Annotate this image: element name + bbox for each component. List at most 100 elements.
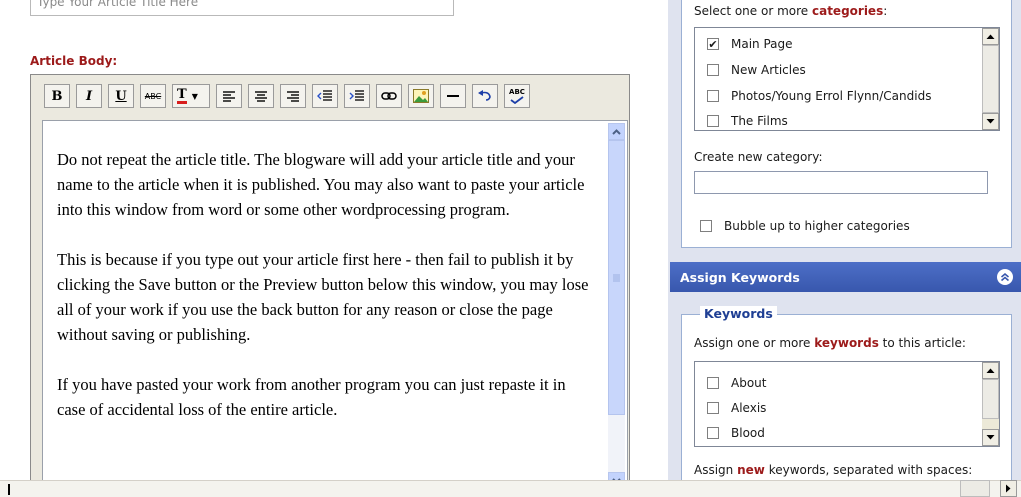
arrow-right-icon xyxy=(1006,484,1011,493)
instruction-suffix: : xyxy=(883,4,888,18)
keyword-label: Blood xyxy=(731,426,765,440)
rich-text-editor: B I U ABC T ▼ ABC Do not repeat the arti… xyxy=(30,74,630,494)
arrow-up-icon xyxy=(986,34,995,39)
scroll-right-button[interactable] xyxy=(1000,480,1017,497)
horizontal-rule-button[interactable] xyxy=(440,84,466,108)
insert-image-button[interactable] xyxy=(408,84,434,108)
collapse-icon[interactable] xyxy=(997,269,1013,285)
category-label: New Articles xyxy=(731,63,806,77)
undo-icon xyxy=(478,90,491,101)
image-icon xyxy=(413,89,429,103)
editor-paragraph: This is because if you type out your art… xyxy=(57,250,589,344)
category-checkbox[interactable] xyxy=(707,115,719,127)
categories-scrollbar[interactable] xyxy=(982,28,999,130)
category-item[interactable]: New Articles xyxy=(707,59,806,81)
indent-button[interactable] xyxy=(344,84,370,108)
category-checkbox[interactable] xyxy=(707,64,719,76)
align-center-icon xyxy=(255,91,267,102)
italic-button[interactable]: I xyxy=(76,84,102,108)
page-horizontal-scrollbar[interactable] xyxy=(0,480,1021,497)
insert-link-button[interactable] xyxy=(376,84,402,108)
assign-keywords-header[interactable]: Assign Keywords xyxy=(670,262,1021,292)
undo-button[interactable] xyxy=(472,84,498,108)
keyword-checkbox[interactable] xyxy=(707,427,719,439)
keyword-checkbox[interactable] xyxy=(707,377,719,389)
scroll-down-button[interactable] xyxy=(982,113,999,130)
categories-listbox[interactable]: ✔ Main Page New Articles Photos/Young Er… xyxy=(694,27,1000,131)
instruction-keyword: categories xyxy=(811,4,884,18)
align-left-button[interactable] xyxy=(216,84,242,108)
keyword-checkbox[interactable] xyxy=(707,402,719,414)
align-right-button[interactable] xyxy=(280,84,306,108)
editor-text: Do not repeat the article title. The blo… xyxy=(57,147,597,447)
indent-icon xyxy=(349,90,364,101)
align-right-icon xyxy=(287,91,299,102)
font-color-button[interactable]: T ▼ xyxy=(172,84,210,108)
section-title: Assign Keywords xyxy=(680,269,800,285)
bubble-up-checkbox[interactable] xyxy=(700,220,712,232)
editor-paragraph: Do not repeat the article title. The blo… xyxy=(57,150,585,219)
bold-button[interactable]: B xyxy=(44,84,70,108)
instruction-text: Assign one or more xyxy=(694,336,811,350)
arrow-down-icon xyxy=(986,435,995,440)
align-left-icon xyxy=(223,91,235,102)
scroll-thumb[interactable] xyxy=(982,45,999,113)
category-item[interactable]: Photos/Young Errol Flynn/Candids xyxy=(707,85,931,107)
align-center-button[interactable] xyxy=(248,84,274,108)
category-item[interactable]: The Films xyxy=(707,110,788,130)
new-category-input[interactable] xyxy=(694,171,988,194)
chevron-down-icon: ▼ xyxy=(191,91,198,101)
keywords-scrollbar[interactable] xyxy=(982,362,999,446)
bubble-up-option[interactable]: Bubble up to higher categories xyxy=(700,215,910,237)
scroll-thumb[interactable] xyxy=(982,379,999,419)
editor-paragraph: If you have pasted your work from anothe… xyxy=(57,375,566,419)
keyword-item[interactable]: Alexis xyxy=(707,397,766,419)
instruction-keyword: keywords xyxy=(814,336,879,350)
keyword-item[interactable]: About xyxy=(707,372,766,394)
scroll-thumb[interactable] xyxy=(608,140,625,415)
editor-toolbar: B I U ABC T ▼ ABC xyxy=(34,80,626,112)
keywords-fieldset: Assign one or more keywords to this arti… xyxy=(681,314,1012,484)
outdent-button[interactable] xyxy=(312,84,338,108)
categories-fieldset: Select one or more categories: ✔ Main Pa… xyxy=(681,0,1012,248)
instruction-keyword: new xyxy=(737,463,765,477)
instruction-suffix: keywords, separated with spaces: xyxy=(768,463,973,477)
new-keywords-instruction: Assign new keywords, separated with spac… xyxy=(694,463,972,477)
bubble-up-label: Bubble up to higher categories xyxy=(724,219,910,233)
scroll-up-button[interactable] xyxy=(982,28,999,45)
grip-icon xyxy=(613,274,620,282)
scroll-up-button[interactable] xyxy=(982,362,999,379)
keywords-legend: Keywords xyxy=(700,306,777,321)
category-checkbox[interactable] xyxy=(707,90,719,102)
keywords-listbox[interactable]: About Alexis Blood xyxy=(694,361,1000,447)
checkmark-icon xyxy=(510,96,524,104)
categories-instruction: Select one or more categories: xyxy=(694,4,887,18)
scroll-down-button[interactable] xyxy=(982,429,999,446)
category-label: The Films xyxy=(731,114,788,128)
scroll-thumb-edge xyxy=(8,484,10,495)
strikethrough-button[interactable]: ABC xyxy=(140,84,166,108)
double-chevron-up-icon xyxy=(1000,272,1010,282)
arrow-down-icon xyxy=(986,119,995,124)
outdent-icon xyxy=(317,90,332,101)
font-color-icon: T xyxy=(177,86,187,104)
article-title-input[interactable]: Type Your Article Title Here xyxy=(30,0,454,16)
link-icon xyxy=(381,92,397,100)
chevron-up-icon xyxy=(612,128,621,135)
keyword-label: About xyxy=(731,376,767,390)
category-label: Main Page xyxy=(731,37,793,51)
spellcheck-button[interactable]: ABC xyxy=(504,84,530,108)
keyword-item[interactable]: Blood xyxy=(707,422,765,444)
arrow-up-icon xyxy=(986,368,995,373)
scroll-up-button[interactable] xyxy=(608,123,625,140)
article-body-label: Article Body: xyxy=(30,54,118,68)
underline-button[interactable]: U xyxy=(108,84,134,108)
category-checkbox[interactable]: ✔ xyxy=(707,38,719,50)
instruction-text: Select one or more xyxy=(694,4,809,18)
create-category-label: Create new category: xyxy=(694,150,823,164)
category-item[interactable]: ✔ Main Page xyxy=(707,33,793,55)
scroll-thumb[interactable] xyxy=(960,480,990,497)
editor-vertical-scrollbar[interactable] xyxy=(608,123,625,489)
editor-content-area[interactable]: Do not repeat the article title. The blo… xyxy=(42,120,628,492)
spellcheck-label: ABC xyxy=(509,88,525,96)
